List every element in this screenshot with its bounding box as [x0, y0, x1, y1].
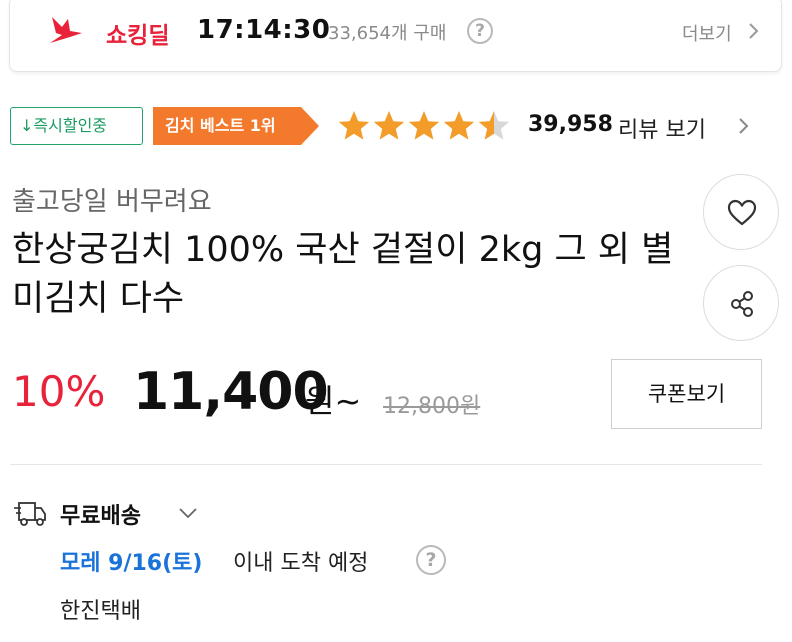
review-link[interactable]: 리뷰 보기 [618, 112, 706, 144]
chevron-right-icon [739, 118, 749, 134]
share-icon [731, 291, 753, 317]
courier-name: 한진택배 [60, 599, 141, 624]
coupon-button[interactable]: 쿠폰보기 [611, 359, 762, 429]
arrival-date: 모레 9/16(토) [60, 551, 203, 576]
chevron-right-icon [749, 23, 759, 39]
discount-rate: 10% [12, 367, 106, 416]
share-button[interactable] [703, 265, 779, 341]
star-half [478, 111, 510, 140]
shocking-deal-logo-icon [50, 17, 82, 43]
best-rank-label: 김치 베스트 1위 [153, 107, 301, 145]
star-full [338, 111, 370, 140]
original-price: 12,800원 [383, 394, 481, 419]
arrival-text: 이내 도착 예정 [233, 551, 369, 576]
deal-timer: 17:14:30 [197, 15, 331, 45]
review-count[interactable]: 39,958 [528, 112, 613, 137]
price-unit: 원~ [305, 382, 362, 420]
shocking-deal-bar[interactable]: 쇼킹딜 17:14:30 33,654개 구매 ? 더보기 [9, 0, 782, 72]
free-shipping-label[interactable]: 무료배송 [60, 498, 141, 530]
arrival-help-icon[interactable]: ? [416, 545, 446, 575]
truck-icon [14, 502, 46, 526]
wishlist-button[interactable] [703, 174, 779, 250]
heart-icon [727, 199, 757, 226]
divider [10, 464, 762, 465]
star-full [373, 111, 405, 140]
product-subtitle: 출고당일 버무려요 [12, 187, 212, 217]
star-full [408, 111, 440, 140]
purchase-help-icon[interactable]: ? [467, 18, 493, 44]
badge-arrow-shape [301, 107, 319, 145]
chevron-down-icon[interactable] [177, 505, 199, 521]
rating-stars-icon[interactable] [337, 109, 512, 143]
deal-name: 쇼킹딜 [106, 23, 170, 49]
sale-price: 11,400 [133, 362, 329, 422]
product-title: 한상궁김치 100% 국산 겉절이 2kg 그 외 별미김치 다수 [12, 230, 674, 319]
deal-more-link[interactable]: 더보기 [682, 20, 732, 46]
star-full [443, 111, 475, 140]
instant-discount-badge: ↓즉시할인중 [10, 107, 143, 145]
purchase-count: 33,654개 구매 [328, 23, 447, 44]
